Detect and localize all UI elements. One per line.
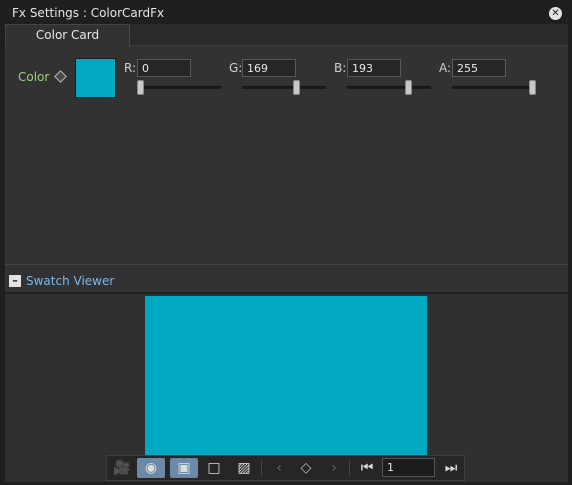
blue-field[interactable] xyxy=(347,59,401,77)
keyframe-icon[interactable]: ◇ xyxy=(292,458,320,478)
toolbar-separator xyxy=(349,459,350,477)
collapse-toggle-icon[interactable]: – xyxy=(9,275,21,287)
blue-slider-track[interactable] xyxy=(347,86,431,89)
eye-icon[interactable]: ◉ xyxy=(137,458,165,478)
alpha-label: A: xyxy=(439,61,452,75)
toolbar-separator xyxy=(261,459,262,477)
red-slider-track[interactable] xyxy=(137,86,221,89)
blue-slider-thumb[interactable] xyxy=(405,80,413,95)
alpha-slider-track[interactable] xyxy=(452,86,536,89)
red-field[interactable] xyxy=(137,59,191,77)
frame-outline-icon[interactable]: □ xyxy=(200,458,228,478)
frame-field[interactable] xyxy=(382,458,435,477)
camera-icon[interactable]: 🎥 xyxy=(108,458,136,478)
green-slider-thumb[interactable] xyxy=(293,80,301,95)
checker-icon[interactable]: ▨ xyxy=(230,458,258,478)
window-title: Fx Settings : ColorCardFx xyxy=(12,6,165,20)
swatch-viewer-label[interactable]: Swatch Viewer xyxy=(26,274,114,288)
red-label: R: xyxy=(124,61,137,75)
color-preview xyxy=(145,296,427,456)
alpha-field[interactable] xyxy=(452,59,506,77)
alpha-slider-thumb[interactable] xyxy=(529,80,536,95)
green-field[interactable] xyxy=(242,59,296,77)
color-param-label: Color xyxy=(18,70,50,84)
tab-color-card[interactable]: Color Card xyxy=(5,24,130,47)
first-frame-icon[interactable]: ⏮ xyxy=(353,458,381,478)
green-slider-track[interactable] xyxy=(242,86,326,89)
next-key-icon[interactable]: › xyxy=(320,458,348,478)
blue-label: B: xyxy=(334,61,347,75)
last-frame-icon[interactable]: ⏭ xyxy=(437,458,465,478)
green-label: G: xyxy=(229,61,243,75)
close-icon[interactable]: ✕ xyxy=(549,7,562,20)
prev-key-icon[interactable]: ‹ xyxy=(265,458,293,478)
red-slider-thumb[interactable] xyxy=(137,80,144,95)
color-swatch[interactable] xyxy=(75,58,116,98)
frame-filled-icon[interactable]: ▣ xyxy=(170,458,198,478)
